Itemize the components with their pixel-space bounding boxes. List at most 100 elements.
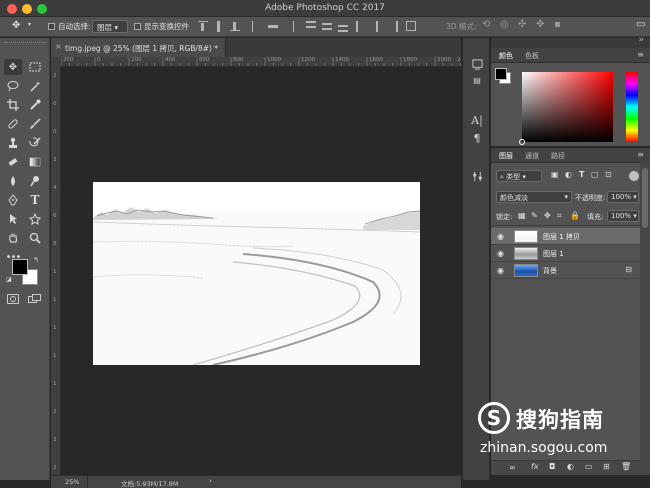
show-transform-checkbox[interactable] <box>134 23 141 30</box>
horizontal-ruler[interactable]: 200 0 200 400 600 800 1000 1200 1400 160… <box>61 57 461 67</box>
layer-name[interactable]: 图层 1 <box>543 249 564 259</box>
paragraph-panel-icon[interactable]: ¶ <box>469 130 485 146</box>
align-top-icon[interactable] <box>198 21 208 32</box>
eye-icon[interactable]: ◉ <box>497 266 504 275</box>
path-selection-tool-icon[interactable] <box>4 211 22 227</box>
filter-type-icon[interactable]: T <box>579 170 584 179</box>
clone-stamp-tool-icon[interactable] <box>4 135 22 151</box>
lock-icon[interactable]: ⊟ <box>625 265 632 274</box>
ruler-origin[interactable] <box>51 57 61 67</box>
opacity-input[interactable]: 100% ▾ <box>607 191 639 203</box>
3d-scale-icon[interactable]: ▪ <box>554 19 561 30</box>
lock-artboard-icon[interactable]: ⌗ <box>557 211 562 221</box>
3d-orbit-icon[interactable]: ⟲ <box>482 19 490 30</box>
layer-row[interactable]: ◉ 背景 ⊟ <box>491 262 640 279</box>
distribute-top-icon[interactable] <box>306 21 316 32</box>
filter-smartobject-icon[interactable]: ⊡ <box>605 170 612 179</box>
custom-shape-tool-icon[interactable] <box>26 211 44 227</box>
tab-color[interactable]: 颜色 <box>499 51 513 61</box>
zoom-level[interactable]: 25% <box>65 478 79 486</box>
3d-slide-icon[interactable]: ✥ <box>536 19 544 30</box>
quick-mask-icon[interactable] <box>7 294 19 304</box>
layer-row[interactable]: ◉ 图层 1 <box>491 245 640 262</box>
canvas-area[interactable] <box>61 67 461 475</box>
filter-adjustment-icon[interactable]: ◐ <box>565 170 572 179</box>
pen-tool-icon[interactable] <box>4 192 22 208</box>
close-icon[interactable]: × <box>55 42 62 51</box>
align-horizontal-center-icon[interactable] <box>268 21 278 32</box>
tab-paths[interactable]: 路径 <box>551 151 565 161</box>
move-tool-icon[interactable]: ✥ <box>4 59 22 75</box>
fill-input[interactable]: 100% ▾ <box>607 210 639 222</box>
lock-all-icon[interactable]: 🔒 <box>570 211 580 220</box>
layer-filter-dropdown[interactable]: ⌕ 类型 ▾ <box>496 170 542 182</box>
blur-tool-icon[interactable] <box>4 173 22 189</box>
layer-row[interactable]: ◉ 图层 1 拷贝 <box>491 228 640 245</box>
healing-brush-tool-icon[interactable] <box>4 116 22 132</box>
crop-tool-icon[interactable] <box>4 97 22 113</box>
properties-panel-icon[interactable]: ▤ <box>469 72 485 88</box>
default-colors-icon[interactable]: ◪ <box>6 276 12 283</box>
distribute-left-icon[interactable] <box>356 21 366 32</box>
distribute-vcenter-icon[interactable] <box>322 21 332 32</box>
tab-layers[interactable]: 图层 <box>499 151 513 161</box>
hand-tool-icon[interactable] <box>4 230 22 246</box>
workspace-icon[interactable]: ▭ <box>636 19 645 30</box>
zoom-tool-icon[interactable] <box>26 230 44 246</box>
tab-swatches[interactable]: 色板 <box>525 51 539 61</box>
align-left-icon[interactable] <box>252 21 262 32</box>
chevron-right-icon[interactable]: › <box>209 477 212 485</box>
screen-mode-icon[interactable] <box>28 294 42 304</box>
filter-toggle-icon[interactable] <box>629 171 639 181</box>
brush-tool-icon[interactable] <box>26 116 44 132</box>
gradient-tool-icon[interactable] <box>26 154 44 170</box>
collapse-panel-icon[interactable]: » <box>638 35 644 45</box>
document-tab[interactable]: × timg.jpeg @ 25% (图层 1 拷贝, RGB/8#) * <box>51 38 226 57</box>
panel-menu-icon[interactable]: ≡ <box>637 150 644 159</box>
swap-colors-icon[interactable]: ↰ <box>33 256 39 264</box>
3d-roll-icon[interactable]: ◎ <box>500 19 509 30</box>
auto-select-checkbox[interactable] <box>48 23 55 30</box>
type-tool-icon[interactable]: T <box>26 192 44 208</box>
align-vertical-center-icon[interactable] <box>214 21 224 32</box>
filter-pixel-icon[interactable]: ▣ <box>551 170 559 179</box>
color-picker-cursor[interactable] <box>519 139 525 145</box>
eyedropper-tool-icon[interactable] <box>26 97 44 113</box>
auto-align-icon[interactable] <box>406 21 416 32</box>
lock-transparent-icon[interactable]: ▦ <box>518 211 526 220</box>
marquee-tool-icon[interactable] <box>26 59 44 75</box>
distribute-right-icon[interactable] <box>388 21 398 32</box>
magic-wand-tool-icon[interactable] <box>26 78 44 94</box>
fg-color-chip[interactable] <box>495 68 507 80</box>
3d-pan-icon[interactable]: ✣ <box>518 19 526 30</box>
lock-position-icon[interactable]: ✥ <box>544 211 551 220</box>
tab-channels[interactable]: 通道 <box>525 151 539 161</box>
panel-menu-icon[interactable]: ≡ <box>637 50 644 59</box>
hue-slider[interactable] <box>626 72 638 142</box>
move-tool-preset-icon[interactable]: ✥ <box>12 20 20 31</box>
document-image[interactable] <box>93 182 420 365</box>
character-panel-icon[interactable]: A| <box>469 112 485 128</box>
history-brush-tool-icon[interactable] <box>26 135 44 151</box>
history-panel-icon[interactable] <box>469 56 485 72</box>
lasso-tool-icon[interactable] <box>4 78 22 94</box>
dodge-tool-icon[interactable] <box>26 173 44 189</box>
scrollbar-thumb[interactable] <box>642 168 648 228</box>
color-picker-field[interactable] <box>519 72 613 145</box>
toolbar-grip[interactable] <box>4 42 46 45</box>
distribute-hcenter-icon[interactable] <box>372 21 382 32</box>
distribute-bottom-icon[interactable] <box>338 21 348 32</box>
vertical-ruler[interactable]: 2 0 0 2 4 6 8 1 1 1 1 1 2 2 2 <box>51 67 61 475</box>
adjustments-panel-icon[interactable] <box>469 168 485 184</box>
eraser-tool-icon[interactable] <box>4 154 22 170</box>
panel-grip[interactable]: » <box>491 35 650 48</box>
layer-name[interactable]: 背景 <box>543 266 557 276</box>
filter-shape-icon[interactable]: ▢ <box>591 170 599 179</box>
align-bottom-icon[interactable] <box>230 21 240 32</box>
chevron-down-icon[interactable]: ▾ <box>28 21 31 28</box>
layer-name[interactable]: 图层 1 拷贝 <box>543 232 580 242</box>
lock-pixels-icon[interactable]: ✎ <box>531 211 538 220</box>
eye-icon[interactable]: ◉ <box>497 249 504 258</box>
align-right-icon[interactable] <box>284 21 294 32</box>
foreground-color-swatch-front[interactable] <box>12 259 28 275</box>
